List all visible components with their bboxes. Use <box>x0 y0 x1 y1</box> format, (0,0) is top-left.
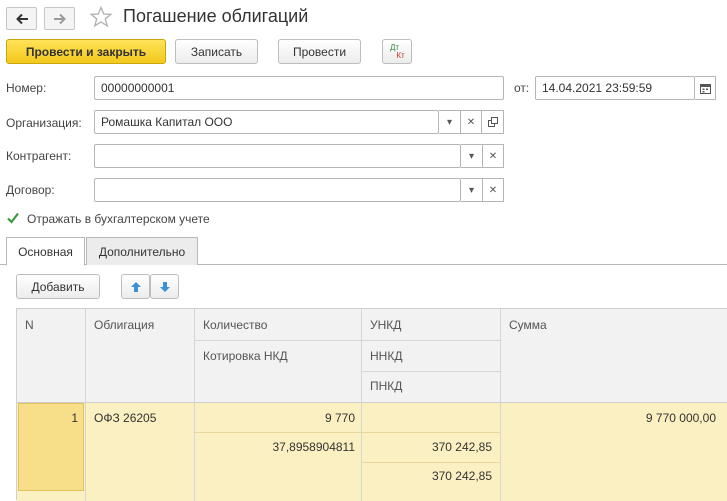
tab-main[interactable]: Основная <box>6 237 85 266</box>
organization-clear-button[interactable]: ✕ <box>461 110 482 134</box>
calendar-icon <box>699 83 711 94</box>
post-and-close-button[interactable]: Провести и закрыть <box>6 39 166 64</box>
clear-icon: ✕ <box>488 184 498 196</box>
checkmark-icon <box>7 212 19 224</box>
cell-quote-nkd[interactable]: 37,8958904811 <box>194 440 355 454</box>
counterparty-dropdown-button[interactable]: ▾ <box>461 144 483 168</box>
column-header-nnkd[interactable]: ННКД <box>370 349 402 363</box>
cell-bond[interactable]: ОФЗ 26205 <box>94 411 156 425</box>
chevron-down-icon: ▾ <box>446 116 453 128</box>
favorite-star-button[interactable] <box>89 5 115 31</box>
cell-sum[interactable]: 9 770 000,00 <box>500 411 716 425</box>
back-button[interactable] <box>6 7 37 30</box>
column-header-bond[interactable]: Облигация <box>94 318 154 332</box>
number-field[interactable]: 00000000001 <box>94 76 504 100</box>
organization-dropdown-button[interactable]: ▾ <box>439 110 461 134</box>
counterparty-clear-button[interactable]: ✕ <box>483 144 504 168</box>
post-button[interactable]: Провести <box>278 39 361 64</box>
clear-icon: ✕ <box>466 116 476 128</box>
cell-pnkd[interactable]: 370 242,85 <box>361 469 492 483</box>
arrow-left-icon <box>15 13 28 24</box>
contract-label: Договор: <box>6 183 55 197</box>
date-label: от: <box>514 81 530 95</box>
bonds-table: N Облигация Количество Котировка НКД УНК… <box>16 308 727 501</box>
column-header-unkd[interactable]: УНКД <box>370 318 401 332</box>
contract-field[interactable] <box>94 178 461 202</box>
number-label: Номер: <box>6 81 47 95</box>
arrow-down-icon <box>159 281 170 292</box>
cell-quantity[interactable]: 9 770 <box>194 411 355 425</box>
forward-button[interactable] <box>44 7 75 30</box>
accounting-checkbox[interactable] <box>6 211 20 225</box>
calendar-button[interactable] <box>695 76 716 100</box>
dt-kt-icon-bottom: Кт <box>396 50 405 60</box>
organization-label: Организация: <box>6 116 82 130</box>
page-title: Погашение облигаций <box>123 6 309 26</box>
chevron-down-icon: ▾ <box>468 184 475 196</box>
save-button[interactable]: Записать <box>175 39 258 64</box>
date-field[interactable]: 14.04.2021 23:59:59 <box>535 76 695 100</box>
move-down-button[interactable] <box>150 274 179 299</box>
organization-open-button[interactable] <box>482 110 504 134</box>
chevron-down-icon: ▾ <box>468 150 475 162</box>
arrow-right-icon <box>53 13 66 24</box>
column-header-n[interactable]: N <box>25 318 34 332</box>
counterparty-label: Контрагент: <box>6 149 72 163</box>
open-window-icon <box>487 117 498 127</box>
move-up-button[interactable] <box>121 274 150 299</box>
tab-additional[interactable]: Дополнительно <box>86 237 198 265</box>
clear-icon: ✕ <box>488 150 498 162</box>
add-row-button[interactable]: Добавить <box>16 274 100 299</box>
column-header-quantity[interactable]: Количество <box>203 318 267 332</box>
column-header-pnkd[interactable]: ПНКД <box>370 379 402 393</box>
counterparty-field[interactable] <box>94 144 461 168</box>
arrow-up-icon <box>130 281 141 292</box>
contract-dropdown-button[interactable]: ▾ <box>461 178 483 202</box>
cell-row-number[interactable]: 1 <box>17 411 78 425</box>
column-header-quote-nkd[interactable]: Котировка НКД <box>203 349 288 363</box>
star-icon <box>89 5 113 28</box>
organization-field[interactable]: Ромашка Капитал ООО <box>94 110 439 134</box>
cell-nnkd[interactable]: 370 242,85 <box>361 440 492 454</box>
column-header-sum[interactable]: Сумма <box>509 318 547 332</box>
accounting-checkbox-label[interactable]: Отражать в бухгалтерском учете <box>27 212 210 226</box>
contract-clear-button[interactable]: ✕ <box>483 178 504 202</box>
dt-kt-report-button[interactable]: Дт Кт <box>382 39 412 64</box>
